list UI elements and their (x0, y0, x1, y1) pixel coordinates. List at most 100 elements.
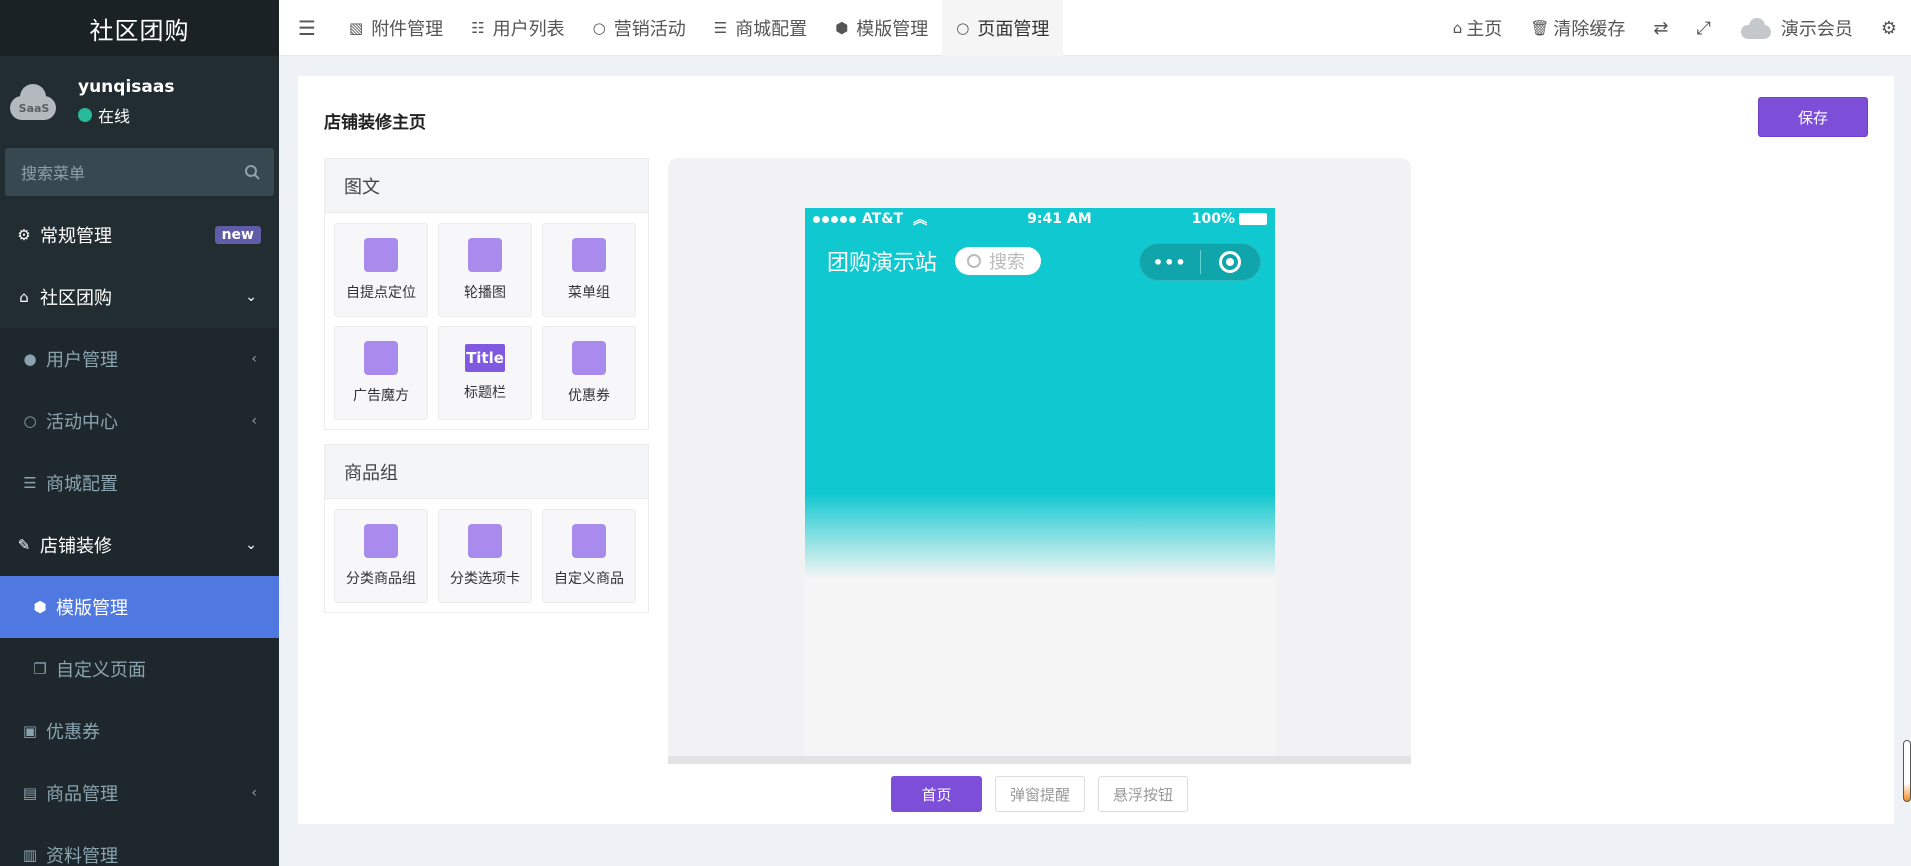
tab-page-management[interactable]: ○ 页面管理 (942, 0, 1064, 56)
component-label: 自定义商品 (554, 571, 624, 587)
sidebar-item-custom-page[interactable]: ❐ 自定义页面 (0, 638, 279, 700)
chevron-left-icon: ‹ (251, 413, 257, 429)
phone-search-placeholder: 搜索 (989, 252, 1026, 273)
settings-icon[interactable]: ⚙ (1867, 0, 1911, 56)
tab-label: 页面管理 (977, 18, 1050, 40)
component-carousel[interactable]: 轮播图 (438, 223, 532, 317)
preview-page-tabs: 首页 弹窗提醒 悬浮按钮 (668, 756, 1411, 824)
edit-icon (572, 524, 606, 558)
sidebar-item-label: 模版管理 (56, 598, 128, 619)
search-icon[interactable] (244, 164, 260, 180)
top-right-actions: ⌂ 主页 🗑 清除缓存 ⇄ ⤢ 演示会员 ⚙ (1439, 0, 1911, 56)
component-custom-goods[interactable]: 自定义商品 (542, 509, 636, 603)
sidebar-item-goods[interactable]: ▤ 商品管理 ‹ (0, 762, 279, 824)
copy-icon: ❐ (33, 660, 47, 678)
floating-button-button[interactable]: 悬浮按钮 (1098, 776, 1189, 812)
phone-search-input[interactable]: 搜索 (955, 247, 1042, 275)
sidebar-item-label: 社区团购 (40, 288, 112, 309)
save-button[interactable]: 保存 (1758, 97, 1868, 137)
component-ad-cube[interactable]: 广告魔方 (334, 326, 428, 420)
sidebar-item-activity[interactable]: ○ 活动中心 ‹ (0, 390, 279, 452)
member-avatar (1739, 17, 1773, 39)
sidebar-item-coupon[interactable]: ▣ 优惠券 (0, 700, 279, 762)
home-link[interactable]: ⌂ 主页 (1439, 0, 1517, 56)
home-icon: ⌂ (1452, 19, 1463, 37)
battery-icon (1238, 213, 1267, 225)
more-icon[interactable]: ••• (1140, 253, 1200, 272)
user-status: 在线 (78, 103, 174, 127)
tab-marketing[interactable]: ○ 营销活动 (579, 0, 700, 56)
tab-label: 商城配置 (735, 18, 808, 40)
trash-icon: 🗑 (1530, 19, 1550, 37)
tab-attachments[interactable]: ▧ 附件管理 (335, 0, 457, 56)
cogs-icon: ⚙ (17, 226, 31, 244)
chevron-down-icon: ⌄ (245, 289, 257, 305)
home-label: 主页 (1466, 19, 1503, 40)
component-label: 自提点定位 (346, 285, 416, 301)
language-icon[interactable]: ⇄ (1639, 0, 1682, 56)
archive-icon: ▤ (22, 784, 38, 802)
user-icon: ● (23, 350, 37, 368)
scrollbar[interactable] (1903, 740, 1911, 802)
phone-navbar: 团购演示站 搜索 ••• (805, 230, 1275, 292)
list-icon: ☷ (471, 18, 485, 37)
phone-time: 9:41 AM (1027, 211, 1092, 227)
avatar: SaaS (6, 82, 58, 122)
home-icon: ⌂ (19, 288, 29, 306)
store-name: 团购演示站 (827, 251, 938, 276)
sidebar-item-materials[interactable]: ▥ 资料管理 (0, 824, 279, 866)
close-miniapp-icon[interactable] (1200, 251, 1260, 273)
component-menu-group[interactable]: 菜单组 (542, 223, 636, 317)
page-title: 店铺装修主页 (324, 113, 426, 133)
component-title-bar[interactable]: Title 标题栏 (438, 326, 532, 420)
file-icon: ▥ (22, 846, 38, 864)
sidebar-menu: ⚙ 常规管理 new ⌂ 社区团购 ⌄ ● 用户管理 ‹ ○ 活动中心 ‹ ☰ … (0, 204, 279, 866)
phone-preview[interactable]: AT&T ︽ 9:41 AM 100% 团购演示站 搜索 ••• (805, 208, 1275, 756)
home-page-button[interactable]: 首页 (890, 776, 982, 812)
group-title: 图文 (325, 159, 648, 213)
brush-icon: ✎ (17, 536, 31, 554)
sidebar-item-mall-config[interactable]: ☰ 商城配置 (0, 452, 279, 514)
sidebar-item-label: 资料管理 (46, 846, 118, 866)
tab-label: 营销活动 (613, 18, 686, 40)
cubes-icon: ⬢ (835, 18, 849, 37)
popup-reminder-button[interactable]: 弹窗提醒 (994, 776, 1085, 812)
component-coupon[interactable]: 优惠券 (542, 326, 636, 420)
user-panel: SaaS yunqisaas 在线 (0, 56, 279, 148)
ticket-icon (572, 341, 606, 375)
component-category-goods[interactable]: 分类商品组 (334, 509, 428, 603)
sidebar-item-label: 商城配置 (46, 474, 118, 495)
component-label: 广告魔方 (353, 388, 409, 404)
sidebar-item-decoration[interactable]: ✎ 店铺装修 ⌄ (0, 514, 279, 576)
money-icon: ▣ (22, 722, 38, 740)
tab-mall-config[interactable]: ☰ 商城配置 (700, 0, 821, 56)
circle-icon: ○ (23, 412, 37, 430)
main-content: 店铺装修主页 保存 图文 自提点定位 轮播图 菜单组 广告魔方 Title 标题… (298, 76, 1894, 824)
sidebar-item-community[interactable]: ⌂ 社区团购 ⌄ (0, 266, 279, 328)
circle-icon: ○ (592, 18, 606, 37)
menu-search-input[interactable]: 搜索菜单 (5, 148, 274, 196)
image-icon (468, 238, 502, 272)
menu-toggle-icon[interactable]: ☰ (279, 16, 335, 40)
wifi-icon: ︽ (913, 212, 928, 228)
fullscreen-icon[interactable]: ⤢ (1682, 0, 1724, 56)
component-category-tabs[interactable]: 分类选项卡 (438, 509, 532, 603)
tab-template[interactable]: ⬢ 模版管理 (821, 0, 942, 56)
sidebar-item-label: 用户管理 (46, 350, 118, 371)
sidebar-item-users[interactable]: ● 用户管理 ‹ (0, 328, 279, 390)
app-brand[interactable]: 社区团购 (0, 0, 279, 56)
group-title: 商品组 (325, 445, 648, 499)
miniapp-capsule[interactable]: ••• (1139, 243, 1261, 281)
sidebar-item-template[interactable]: ⬢ 模版管理 (0, 576, 279, 638)
battery-level: 100% (1191, 211, 1235, 227)
tab-user-list[interactable]: ☷ 用户列表 (457, 0, 578, 56)
clear-cache-button[interactable]: 🗑 清除缓存 (1516, 0, 1639, 56)
component-label: 优惠券 (568, 388, 610, 404)
sidebar-item-label: 自定义页面 (56, 660, 146, 681)
member-menu[interactable]: 演示会员 (1725, 0, 1867, 56)
member-name: 演示会员 (1780, 19, 1853, 40)
sidebar-item-label: 店铺装修 (40, 536, 112, 557)
component-pickup-location[interactable]: 自提点定位 (334, 223, 428, 317)
tab-label: 附件管理 (371, 18, 444, 40)
sidebar-item-general[interactable]: ⚙ 常规管理 new (0, 204, 279, 266)
